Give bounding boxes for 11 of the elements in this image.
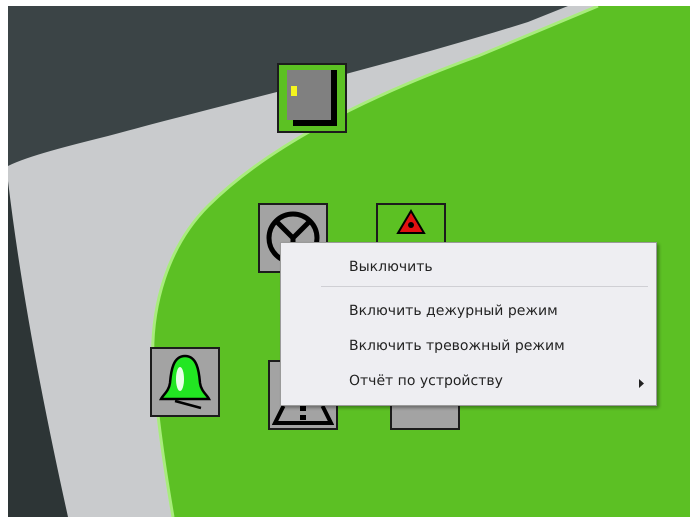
device-tile[interactable] [150, 347, 220, 417]
device-tile[interactable] [277, 63, 347, 133]
warning-sign-icon [272, 405, 334, 425]
menu-item[interactable]: Включить тревожный режим [283, 328, 648, 364]
warning-triangle-icon [396, 209, 426, 235]
menu-item[interactable]: Выключить [283, 249, 648, 284]
door-icon [287, 70, 337, 126]
menu-item[interactable]: Отчёт по устройству [283, 364, 648, 399]
bell-icon [157, 353, 213, 411]
menu-item[interactable]: Включить дежурный режим [283, 293, 648, 328]
submenu-arrow-icon [639, 378, 644, 388]
